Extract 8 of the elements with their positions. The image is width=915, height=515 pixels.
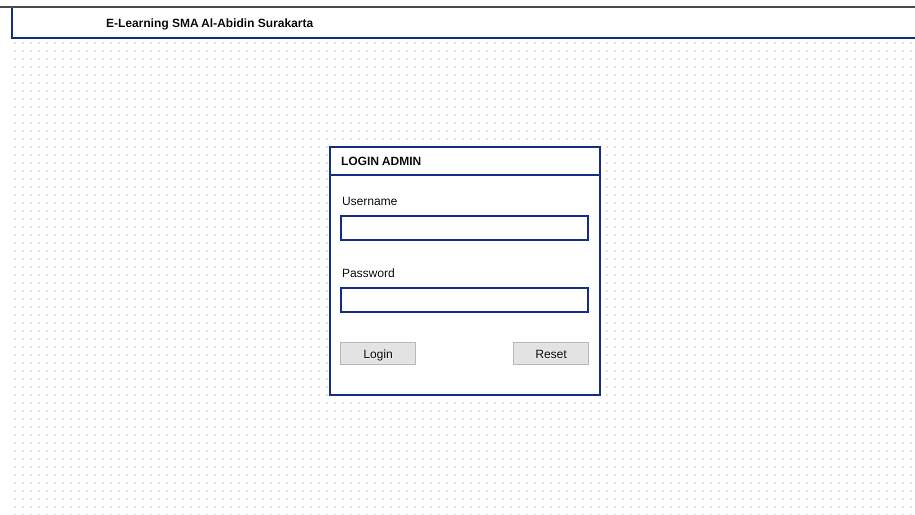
site-title: E-Learning SMA Al-Abidin Surakarta — [106, 14, 314, 32]
panel-title: LOGIN ADMIN — [341, 153, 422, 170]
reset-button[interactable]: Reset — [513, 342, 589, 365]
login-button[interactable]: Login — [340, 342, 416, 365]
field-label: Password — [341, 265, 396, 282]
field-label: Username — [341, 193, 398, 210]
input-field[interactable] — [340, 287, 589, 313]
input-field[interactable] — [340, 215, 589, 241]
